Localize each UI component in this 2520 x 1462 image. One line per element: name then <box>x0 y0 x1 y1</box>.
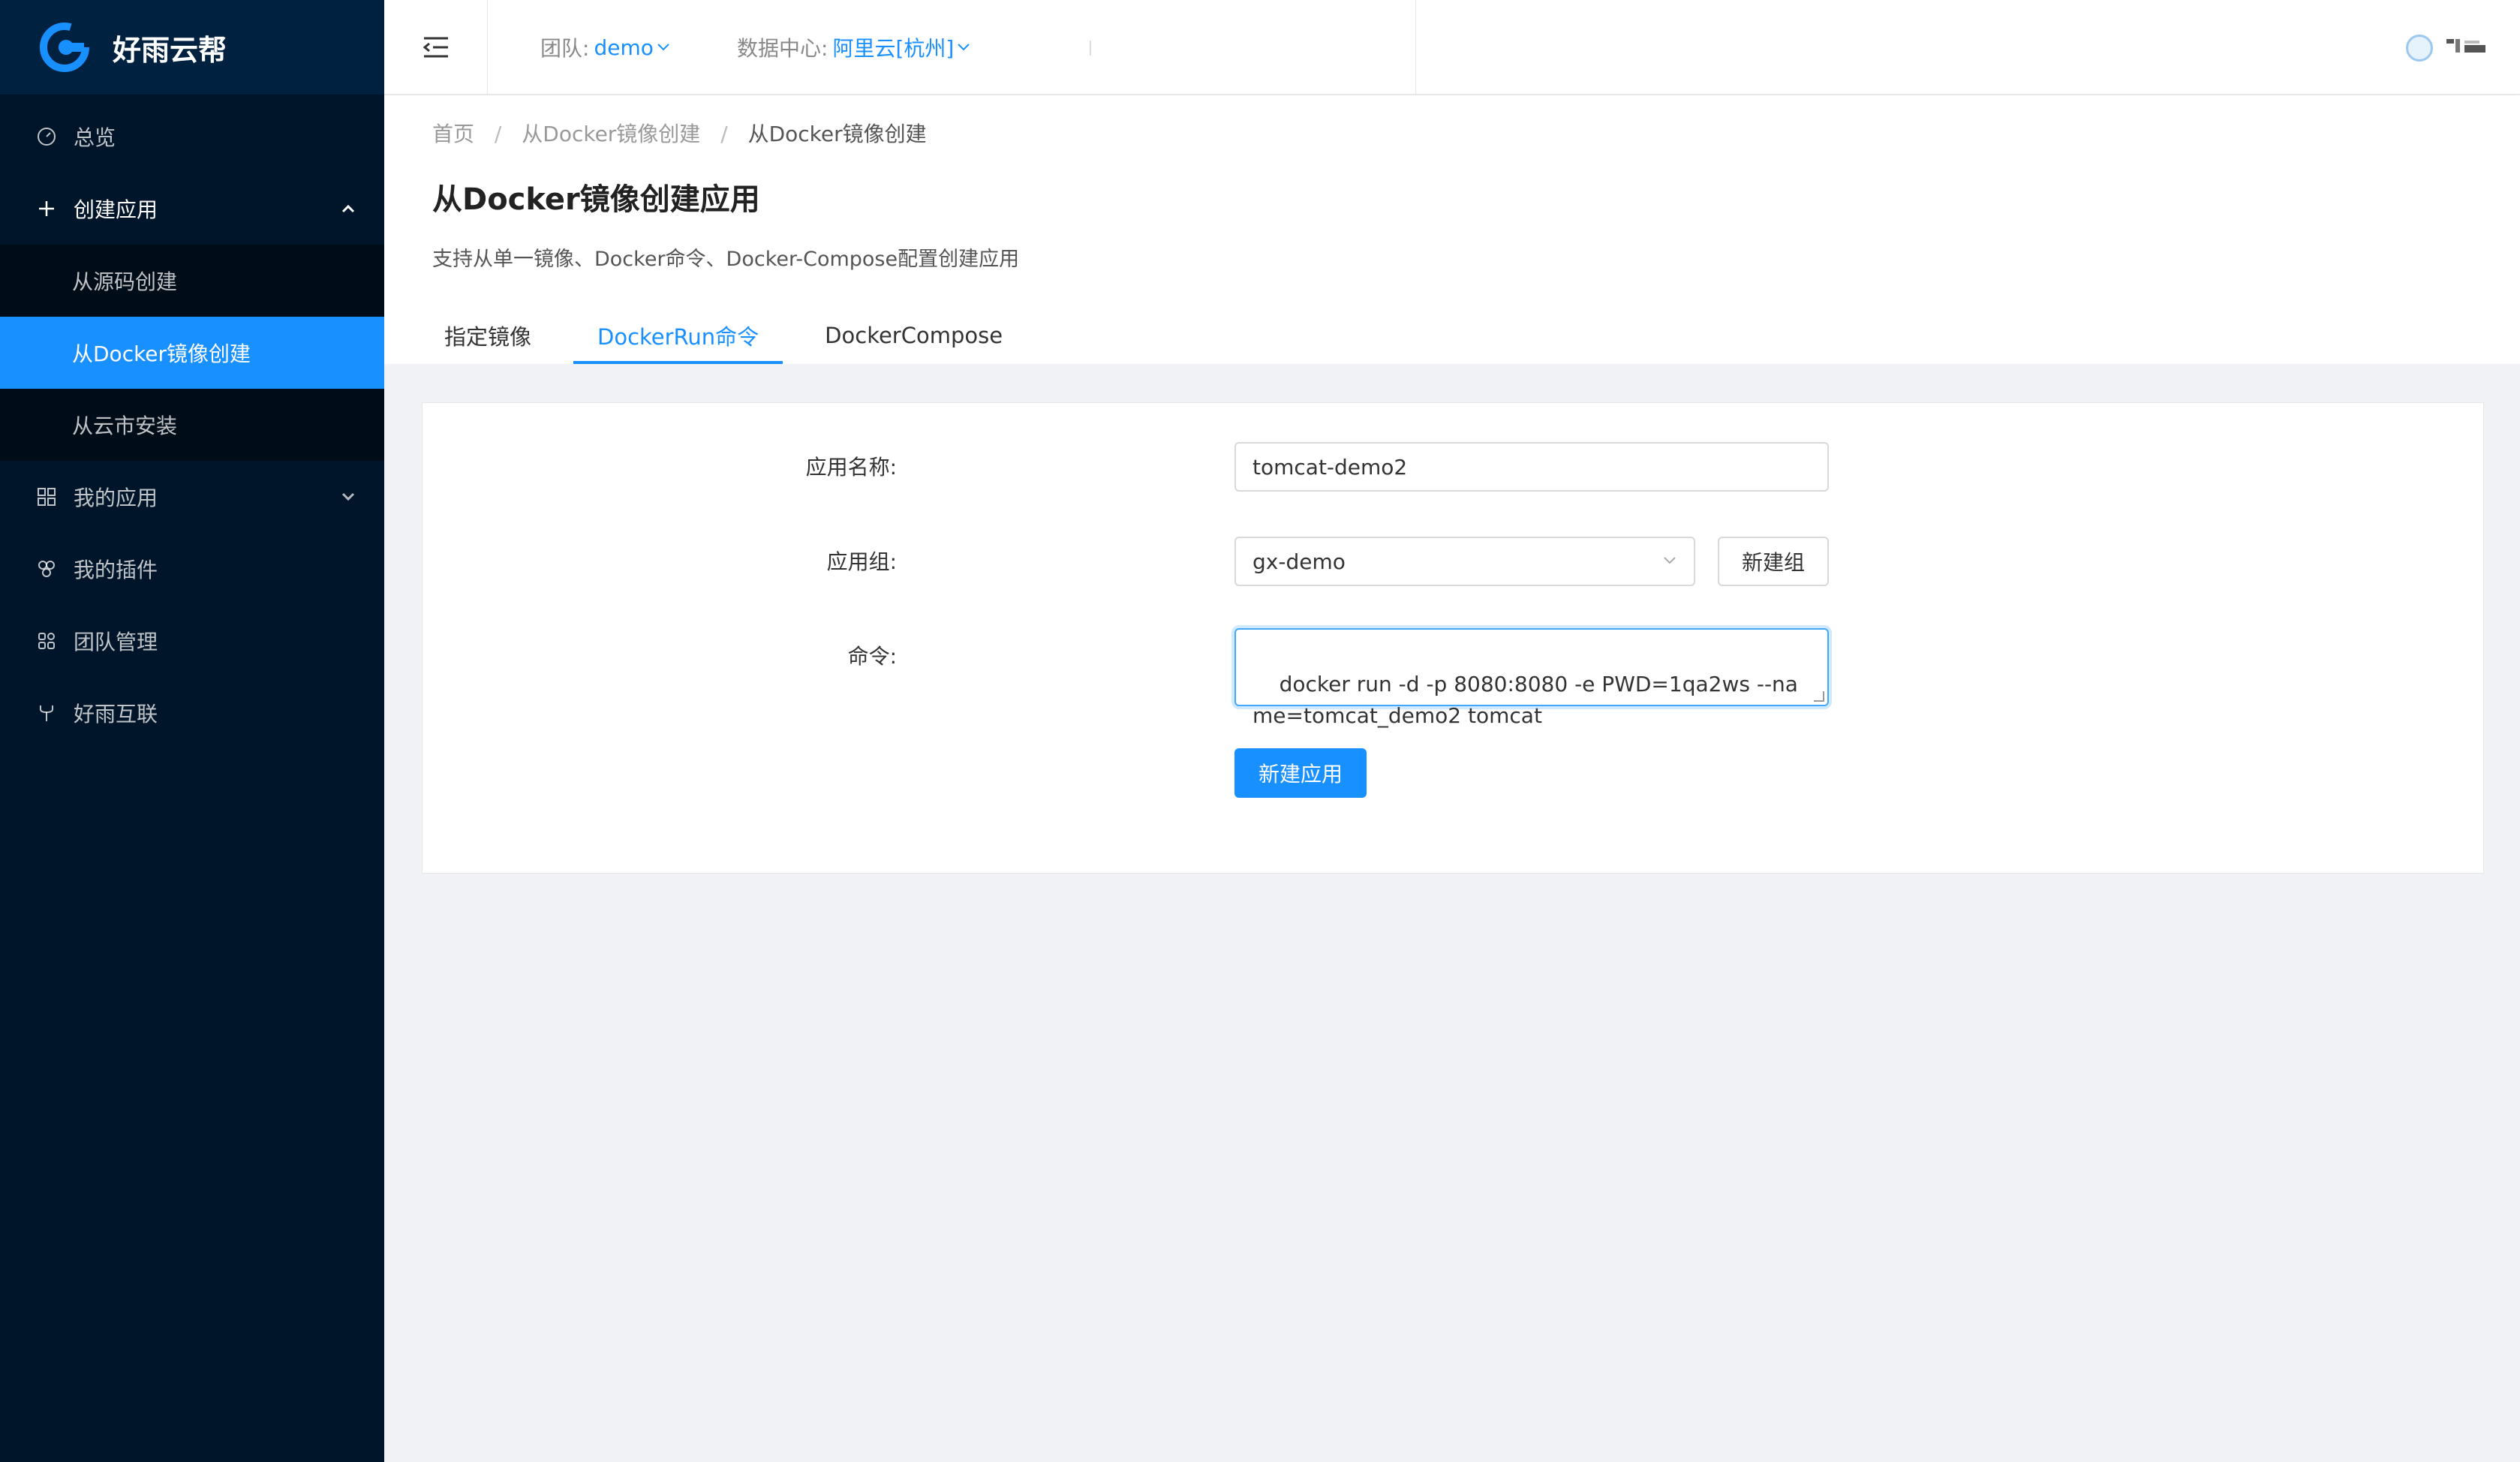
page-description: 支持从单一镜像、Docker命令、Docker-Compose配置创建应用 <box>432 248 1020 271</box>
app-name-input[interactable]: tomcat-demo2 <box>1234 442 1829 492</box>
chevron-down-icon <box>657 44 669 51</box>
create-app-button[interactable]: 新建应用 <box>1234 748 1367 798</box>
chevron-down-icon <box>1662 552 1677 570</box>
chevron-down-icon <box>958 44 970 51</box>
user-menu-icon[interactable] <box>2446 38 2488 56</box>
sidebar-item-from-source[interactable]: 从源码创建 <box>0 245 384 317</box>
appstore-icon <box>36 486 57 507</box>
brand-logo-icon <box>40 23 89 72</box>
sidebar-menu: 总览 创建应用 从源码创建 从Docker镜像创建 从云市安装 我的应用 我的插… <box>0 101 384 749</box>
page-title: 从Docker镜像创建应用 <box>432 182 760 217</box>
brand-name: 好雨云帮 <box>113 33 227 67</box>
sidebar: 好雨云帮 总览 创建应用 从源码创建 从Docker镜像创建 从云市安装 我的应… <box>0 0 384 1462</box>
sidebar-item-label: 从源码创建 <box>72 269 178 294</box>
plugin-icon <box>36 558 57 579</box>
app-name-value: tomcat-demo2 <box>1252 454 1408 480</box>
breadcrumb-parent[interactable]: 从Docker镜像创建 <box>522 122 700 146</box>
app-group-label: 应用组: <box>826 549 897 574</box>
team-icon <box>36 630 57 651</box>
app-group-value: gx-demo <box>1252 549 1346 574</box>
team-label: 团队: <box>540 36 590 61</box>
command-value: docker run -d -p 8080:8080 -e PWD=1qa2ws… <box>1252 672 1798 728</box>
app-name-label: 应用名称: <box>805 455 897 480</box>
brand-logo[interactable]: 好雨云帮 <box>0 0 384 95</box>
sidebar-item-team-management[interactable]: 团队管理 <box>0 605 384 677</box>
chevron-down-icon <box>341 488 356 507</box>
resize-handle-icon[interactable] <box>1814 691 1824 702</box>
sidebar-item-label: 团队管理 <box>74 630 158 654</box>
sidebar-item-my-plugins[interactable]: 我的插件 <box>0 533 384 605</box>
page-header: 首页 / 从Docker镜像创建 / 从Docker镜像创建 从Docker镜像… <box>384 95 2520 364</box>
tab-docker-run[interactable]: DockerRun命令 <box>573 307 783 364</box>
team-value: demo <box>594 35 654 60</box>
sidebar-item-label: 我的插件 <box>74 558 158 582</box>
region-label: 数据中心: <box>737 36 828 61</box>
form-card: 应用名称: tomcat-demo2 应用组: gx-demo 新建组 命令: … <box>422 402 2484 874</box>
new-group-button[interactable]: 新建组 <box>1718 537 1829 586</box>
app-group-select[interactable]: gx-demo <box>1234 537 1695 586</box>
menu-fold-icon <box>423 37 448 58</box>
sidebar-item-my-apps[interactable]: 我的应用 <box>0 461 384 533</box>
sidebar-item-label: 好雨互联 <box>74 702 158 726</box>
header-divider <box>1090 41 1091 56</box>
sidebar-item-from-market[interactable]: 从云市安装 <box>0 389 384 461</box>
team-selector[interactable]: 团队: demo <box>540 0 670 95</box>
tab-docker-compose[interactable]: DockerCompose <box>801 307 1027 364</box>
sidebar-item-create-app[interactable]: 创建应用 <box>0 173 384 245</box>
user-avatar-icon[interactable] <box>2406 35 2433 62</box>
breadcrumb: 首页 / 从Docker镜像创建 / 从Docker镜像创建 <box>432 118 927 148</box>
sidebar-item-label: 我的应用 <box>74 486 158 510</box>
breadcrumb-separator: / <box>720 122 728 146</box>
chevron-up-icon <box>341 200 356 218</box>
sidebar-item-interconnect[interactable]: 好雨互联 <box>0 677 384 749</box>
breadcrumb-current: 从Docker镜像创建 <box>747 122 927 146</box>
create-method-tabs: 指定镜像 DockerRun命令 DockerCompose <box>420 307 1045 364</box>
tab-specify-image[interactable]: 指定镜像 <box>420 307 555 364</box>
breadcrumb-separator: / <box>494 122 502 146</box>
sidebar-item-label: 从Docker镜像创建 <box>72 341 251 366</box>
header-divider <box>1415 0 1416 95</box>
sidebar-item-label: 创建应用 <box>74 197 158 222</box>
sidebar-item-label: 总览 <box>74 125 116 150</box>
command-textarea[interactable]: docker run -d -p 8080:8080 -e PWD=1qa2ws… <box>1234 628 1829 728</box>
create-app-submenu: 从源码创建 从Docker镜像创建 从云市安装 <box>0 245 384 461</box>
fork-icon <box>36 702 57 723</box>
sidebar-item-from-docker[interactable]: 从Docker镜像创建 <box>0 317 384 389</box>
region-selector[interactable]: 数据中心: 阿里云[杭州] <box>737 0 970 95</box>
breadcrumb-home[interactable]: 首页 <box>432 122 474 146</box>
sidebar-item-overview[interactable]: 总览 <box>0 101 384 173</box>
plus-icon <box>36 198 57 219</box>
region-value: 阿里云[杭州] <box>832 36 955 61</box>
top-header: 团队: demo 数据中心: 阿里云[杭州] <box>384 0 2520 95</box>
menu-fold-button[interactable] <box>384 0 488 95</box>
sidebar-item-label: 从云市安装 <box>72 414 178 438</box>
dashboard-icon <box>36 126 57 147</box>
command-label: 命令: <box>847 644 897 669</box>
